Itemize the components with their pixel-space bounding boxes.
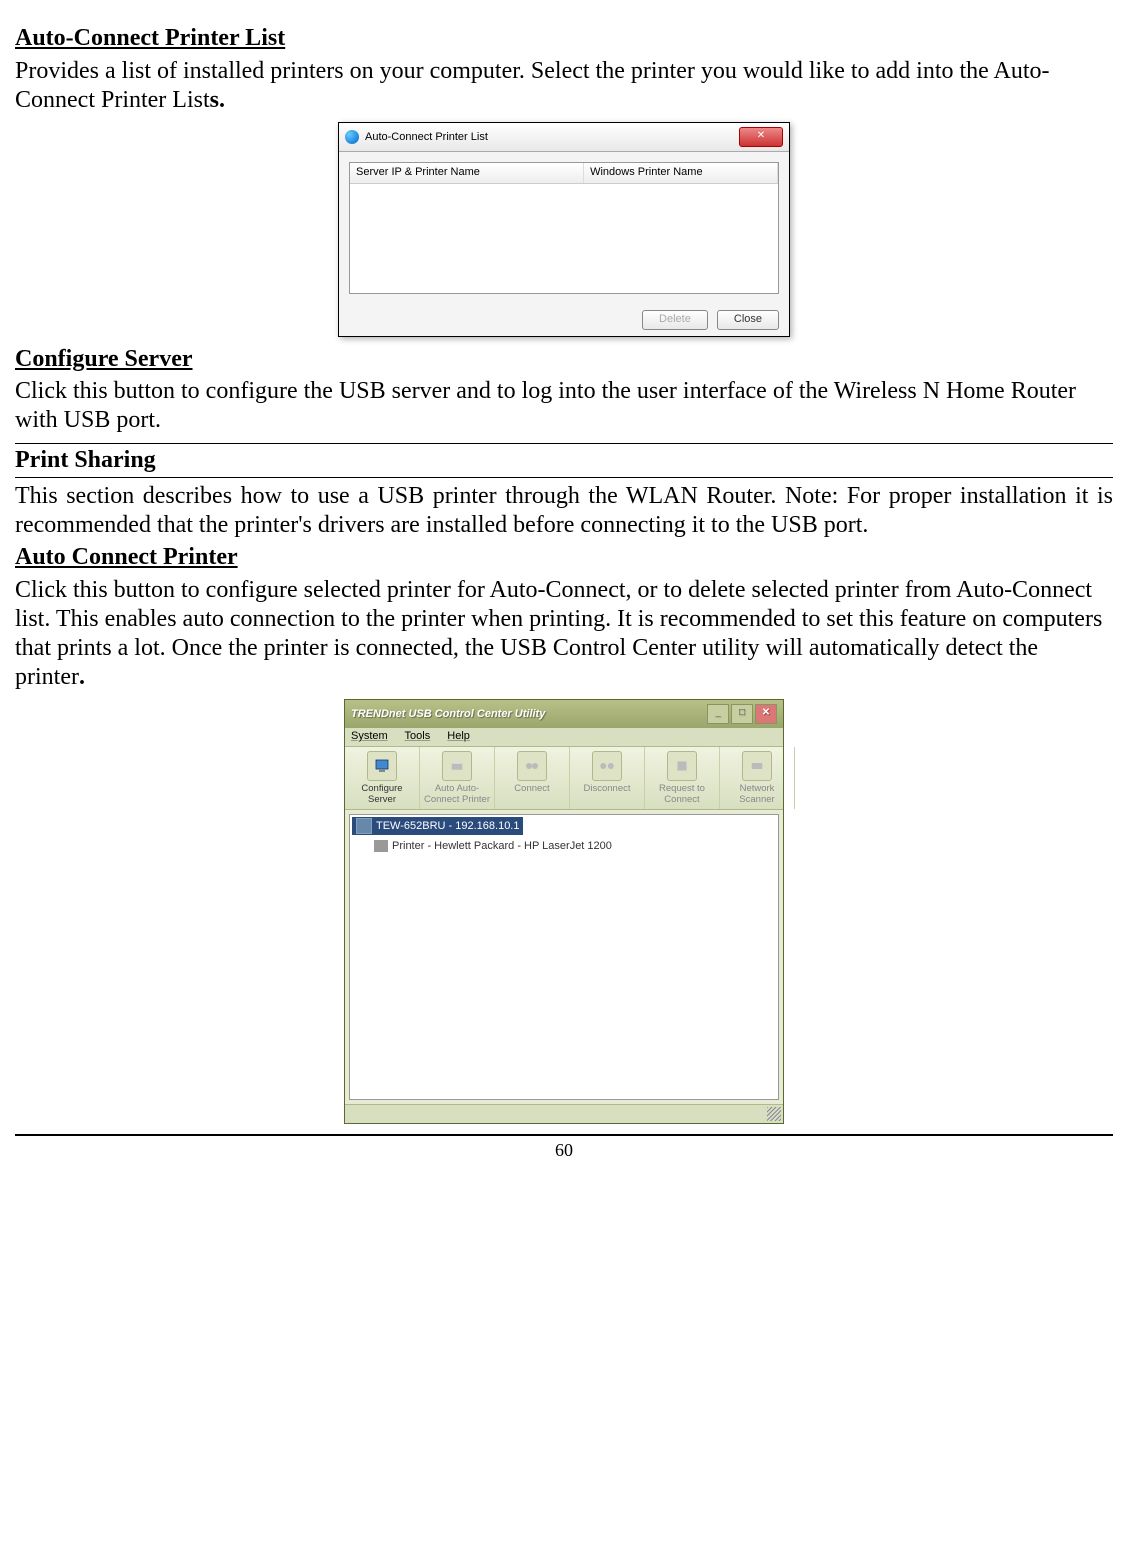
connect-button[interactable]: Connect	[495, 747, 570, 810]
close-button[interactable]: ✕	[755, 704, 777, 724]
disconnect-icon	[592, 751, 622, 781]
printer-icon	[374, 840, 388, 852]
tree-printer-node[interactable]: Printer - Hewlett Packard - HP LaserJet …	[374, 839, 776, 854]
device-tree[interactable]: TEW-652BRU - 192.168.10.1 Printer - Hewl…	[349, 814, 779, 1100]
menu-bar: System Tools Help	[345, 728, 783, 746]
auto-connect-printer-list-dialog: Auto-Connect Printer List ✕ Server IP & …	[338, 122, 790, 336]
printer-icon	[442, 751, 472, 781]
column-header-windows[interactable]: Windows Printer Name	[584, 163, 778, 182]
auto-connect-printer-button[interactable]: Auto Auto-Connect Printer	[420, 747, 495, 810]
scanner-icon	[742, 751, 772, 781]
delete-button[interactable]: Delete	[642, 310, 708, 329]
maximize-button[interactable]: □	[731, 704, 753, 724]
toolbar: Configure Server Auto Auto-Connect Print…	[345, 747, 783, 811]
dialog-titlebar: Auto-Connect Printer List ✕	[339, 123, 789, 152]
usb-control-center-window: TRENDnet USB Control Center Utility _ □ …	[344, 699, 784, 1124]
printer-list[interactable]: Server IP & Printer Name Windows Printer…	[349, 162, 779, 294]
heading-configure-server: Configure Server	[15, 346, 193, 372]
window-title: TRENDnet USB Control Center Utility	[351, 708, 545, 721]
section-heading-print-sharing: Print Sharing	[15, 443, 1113, 478]
window-titlebar: TRENDnet USB Control Center Utility _ □ …	[345, 700, 783, 728]
menu-system[interactable]: System	[351, 730, 388, 742]
globe-icon	[345, 130, 359, 144]
tree-server-node[interactable]: TEW-652BRU - 192.168.10.1	[352, 817, 523, 835]
menu-help[interactable]: Help	[447, 730, 470, 742]
resize-grip[interactable]	[767, 1107, 781, 1121]
request-icon	[667, 751, 697, 781]
paragraph: Click this button to configure selected …	[15, 576, 1113, 691]
close-button[interactable]: Close	[717, 310, 779, 329]
menu-tools[interactable]: Tools	[405, 730, 431, 742]
disconnect-button[interactable]: Disconnect	[570, 747, 645, 810]
paragraph: This section describes how to use a USB …	[15, 482, 1113, 540]
heading-auto-connect-printer: Auto Connect Printer	[15, 544, 238, 570]
heading-auto-connect-list: Auto-Connect Printer List	[15, 25, 285, 51]
connect-icon	[517, 751, 547, 781]
configure-icon	[367, 751, 397, 781]
page-number: 60	[555, 1140, 573, 1160]
paragraph: Click this button to configure the USB s…	[15, 377, 1113, 435]
server-icon	[356, 818, 372, 834]
network-scanner-button[interactable]: Network Scanner	[720, 747, 795, 810]
paragraph: Provides a list of installed printers on…	[15, 57, 1113, 115]
column-header-server[interactable]: Server IP & Printer Name	[350, 163, 584, 182]
close-button[interactable]: ✕	[739, 127, 783, 147]
request-connect-button[interactable]: Request to Connect	[645, 747, 720, 810]
page-footer: 60	[15, 1134, 1113, 1162]
dialog-title: Auto-Connect Printer List	[365, 131, 488, 144]
minimize-button[interactable]: _	[707, 704, 729, 724]
configure-server-button[interactable]: Configure Server	[345, 747, 420, 810]
status-bar	[345, 1104, 783, 1123]
